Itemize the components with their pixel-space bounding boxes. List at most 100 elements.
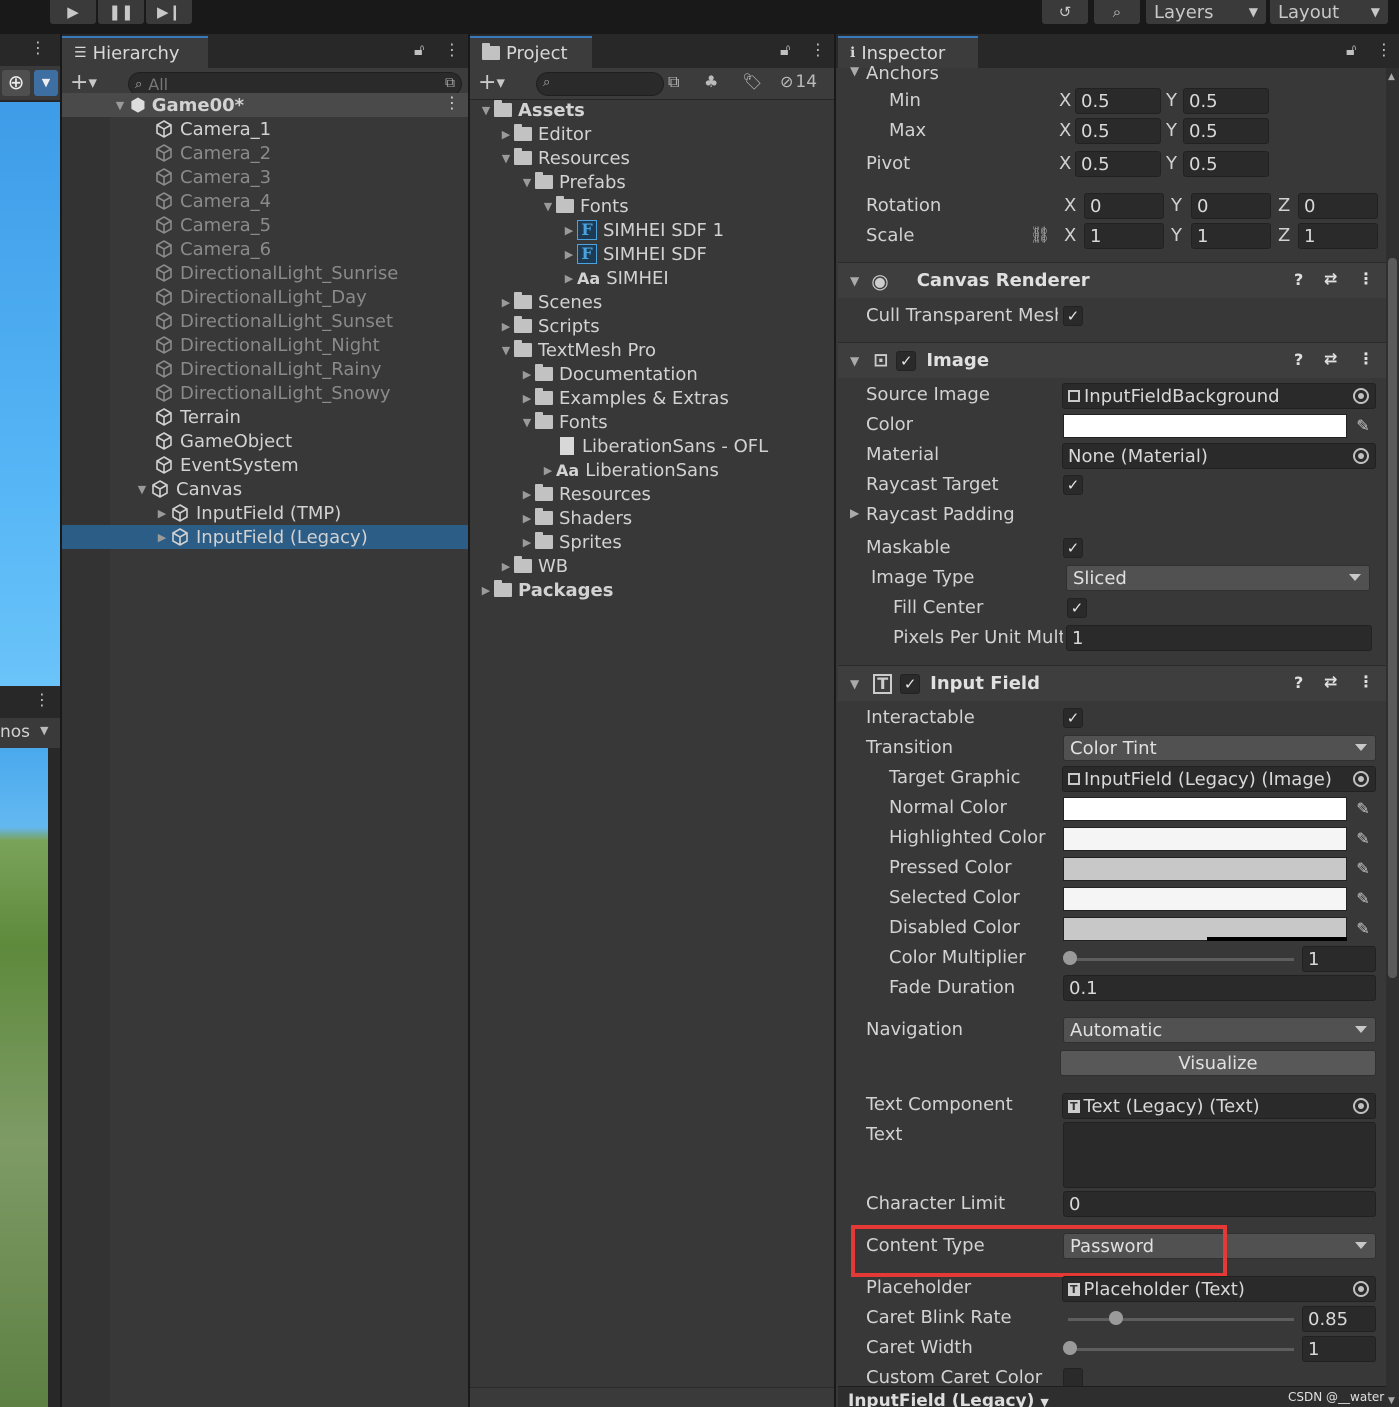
hierarchy-item[interactable]: Camera_4	[62, 189, 468, 213]
kebab-icon[interactable]: ⋮	[1358, 672, 1374, 691]
foldout-arrow-icon[interactable]: ▼	[850, 677, 859, 691]
project-tree-item[interactable]: ▼ Fonts	[470, 410, 834, 434]
eyedropper-icon[interactable]: ✎	[1350, 412, 1376, 438]
footer-object-dropdown[interactable]: InputField (Legacy) ▼	[848, 1391, 1049, 1407]
image-header[interactable]: ▼ ⊡ ✓ Image ? ⇄ ⋮	[838, 342, 1386, 378]
source-image-field[interactable]: InputFieldBackground	[1062, 383, 1376, 409]
rotation-y-field[interactable]: 0	[1191, 193, 1271, 219]
slider-knob[interactable]	[1063, 951, 1077, 965]
color-swatch[interactable]	[1063, 414, 1347, 438]
raycast-padding-label[interactable]: Raycast Padding	[866, 504, 1015, 525]
text-area[interactable]	[1063, 1122, 1376, 1188]
expand-arrow-icon[interactable]: ▼	[112, 99, 128, 112]
foldout-arrow-icon[interactable]: ▶	[850, 506, 859, 520]
pause-button[interactable]: ❚❚	[98, 0, 144, 24]
foldout-arrow-icon[interactable]: ▼	[850, 354, 859, 368]
expand-arrow-icon[interactable]: ▶	[561, 224, 577, 237]
help-icon[interactable]: ?	[1294, 350, 1303, 369]
expand-arrow-icon[interactable]: ▶	[498, 128, 514, 141]
kebab-icon[interactable]: ⋮	[810, 40, 826, 59]
object-picker-icon[interactable]	[1353, 388, 1369, 404]
help-icon[interactable]: ?	[1294, 673, 1303, 692]
caret-width-field[interactable]: 1	[1302, 1336, 1376, 1362]
custom-caret-color-checkbox[interactable]	[1063, 1368, 1083, 1388]
step-button[interactable]: ▶❙	[146, 0, 192, 24]
slider-knob[interactable]	[1109, 1311, 1123, 1325]
scene-sky-view[interactable]	[0, 102, 60, 720]
expand-arrow-icon[interactable]: ▶	[519, 536, 535, 549]
expand-icon[interactable]: ⧉	[445, 75, 455, 91]
expand-arrow-icon[interactable]: ▶	[498, 560, 514, 573]
image-enabled-checkbox[interactable]: ✓	[896, 350, 917, 371]
scrollbar-thumb[interactable]	[1388, 258, 1397, 978]
hidden-packages-button[interactable]: ⊘ 14	[780, 72, 817, 92]
pressed-color-swatch[interactable]	[1063, 857, 1347, 881]
lock-icon[interactable]: 🔓︎	[780, 40, 790, 60]
kebab-icon[interactable]: ⋮	[1376, 40, 1392, 59]
expand-arrow-icon[interactable]: ▶	[540, 464, 556, 477]
rotation-z-field[interactable]: 0	[1298, 193, 1378, 219]
expand-arrow-icon[interactable]: ▶	[519, 488, 535, 501]
expand-arrow-icon[interactable]: ▶	[561, 272, 577, 285]
preset-icon[interactable]: ⇄	[1324, 349, 1337, 368]
anchors-label[interactable]: Anchors	[866, 63, 939, 84]
project-tree-item[interactable]: ▼ Resources	[470, 146, 834, 170]
scale-y-field[interactable]: 1	[1191, 223, 1271, 249]
highlighted-color-swatch[interactable]	[1063, 827, 1347, 851]
hierarchy-item[interactable]: DirectionalLight_Day	[62, 285, 468, 309]
search-button[interactable]: ⌕	[1094, 0, 1140, 24]
anchor-max-x-field[interactable]: 0.5	[1075, 118, 1161, 144]
expand-arrow-icon[interactable]: ▼	[134, 483, 150, 496]
project-tree-item[interactable]: ▶ WB	[470, 554, 834, 578]
scene-row[interactable]: ▼ ⬢ Game00* ⋮	[62, 93, 468, 117]
kebab-icon[interactable]: ⋮	[444, 93, 460, 112]
project-tree-item[interactable]: ▼ TextMesh Pro	[470, 338, 834, 362]
canvas-renderer-header[interactable]: ▼ ◉ Canvas Renderer ? ⇄ ⋮	[838, 262, 1386, 298]
game-view-render[interactable]	[0, 748, 48, 1407]
kebab-icon[interactable]: ⋮	[444, 40, 460, 59]
expand-arrow-icon[interactable]: ▼	[478, 104, 494, 117]
caret-blink-rate-field[interactable]: 0.85	[1302, 1306, 1376, 1332]
anchor-min-y-field[interactable]: 0.5	[1183, 88, 1269, 114]
expand-arrow-icon[interactable]: ▼	[519, 176, 535, 189]
eyedropper-icon[interactable]: ✎	[1350, 915, 1376, 941]
input-field-enabled-checkbox[interactable]: ✓	[900, 673, 921, 694]
layout-dropdown[interactable]: Layout ▼	[1270, 0, 1388, 24]
add-button[interactable]: +▼	[70, 70, 97, 95]
globe-icon[interactable]: ⊕	[2, 70, 30, 96]
anchor-min-x-field[interactable]: 0.5	[1075, 88, 1161, 114]
hierarchy-item[interactable]: DirectionalLight_Sunset	[62, 309, 468, 333]
preset-icon[interactable]: ⇄	[1324, 672, 1337, 691]
color-multiplier-field[interactable]: 1	[1302, 946, 1376, 972]
expand-arrow-icon[interactable]: ▼	[519, 416, 535, 429]
foldout-arrow-icon[interactable]: ▼	[850, 64, 859, 78]
cull-transparent-checkbox[interactable]: ✓	[1063, 306, 1083, 326]
fade-duration-field[interactable]: 0.1	[1063, 975, 1376, 1001]
project-tree-item[interactable]: ▶ F SIMHEI SDF 1	[470, 218, 834, 242]
project-tree-item[interactable]: ▶ Packages	[470, 578, 834, 602]
tag-icon[interactable]: 🏷︎	[742, 72, 762, 91]
project-tree-item[interactable]: ▶ F SIMHEI SDF	[470, 242, 834, 266]
hierarchy-item[interactable]: DirectionalLight_Rainy	[62, 357, 468, 381]
material-field[interactable]: None (Material)	[1062, 443, 1376, 469]
pivot-y-field[interactable]: 0.5	[1183, 151, 1269, 177]
fill-center-checkbox[interactable]: ✓	[1067, 598, 1087, 618]
play-button[interactable]: ▶	[50, 0, 96, 24]
chevron-down-icon[interactable]: ▼	[34, 70, 58, 96]
eyedropper-icon[interactable]: ✎	[1350, 795, 1376, 821]
anchor-max-y-field[interactable]: 0.5	[1183, 118, 1269, 144]
eyedropper-icon[interactable]: ✎	[1350, 885, 1376, 911]
kebab-icon[interactable]: ⋮	[1358, 349, 1374, 368]
expand-arrow-icon[interactable]: ▶	[154, 531, 170, 544]
expand-arrow-icon[interactable]: ▶	[561, 248, 577, 261]
interactable-checkbox[interactable]: ✓	[1063, 708, 1083, 728]
kebab-icon[interactable]: ⋮	[30, 38, 46, 57]
expand-arrow-icon[interactable]: ▶	[519, 392, 535, 405]
project-tree-item[interactable]: ▶ Sprites	[470, 530, 834, 554]
inspector-scrollbar[interactable]: ▲ ▼	[1386, 68, 1399, 1407]
image-type-dropdown[interactable]: Sliced	[1066, 565, 1370, 591]
hierarchy-item[interactable]: EventSystem	[62, 453, 468, 477]
selected-color-swatch[interactable]	[1063, 887, 1347, 911]
rotation-x-field[interactable]: 0	[1084, 193, 1164, 219]
shapes-filter-icon[interactable]: ♣	[704, 72, 718, 91]
